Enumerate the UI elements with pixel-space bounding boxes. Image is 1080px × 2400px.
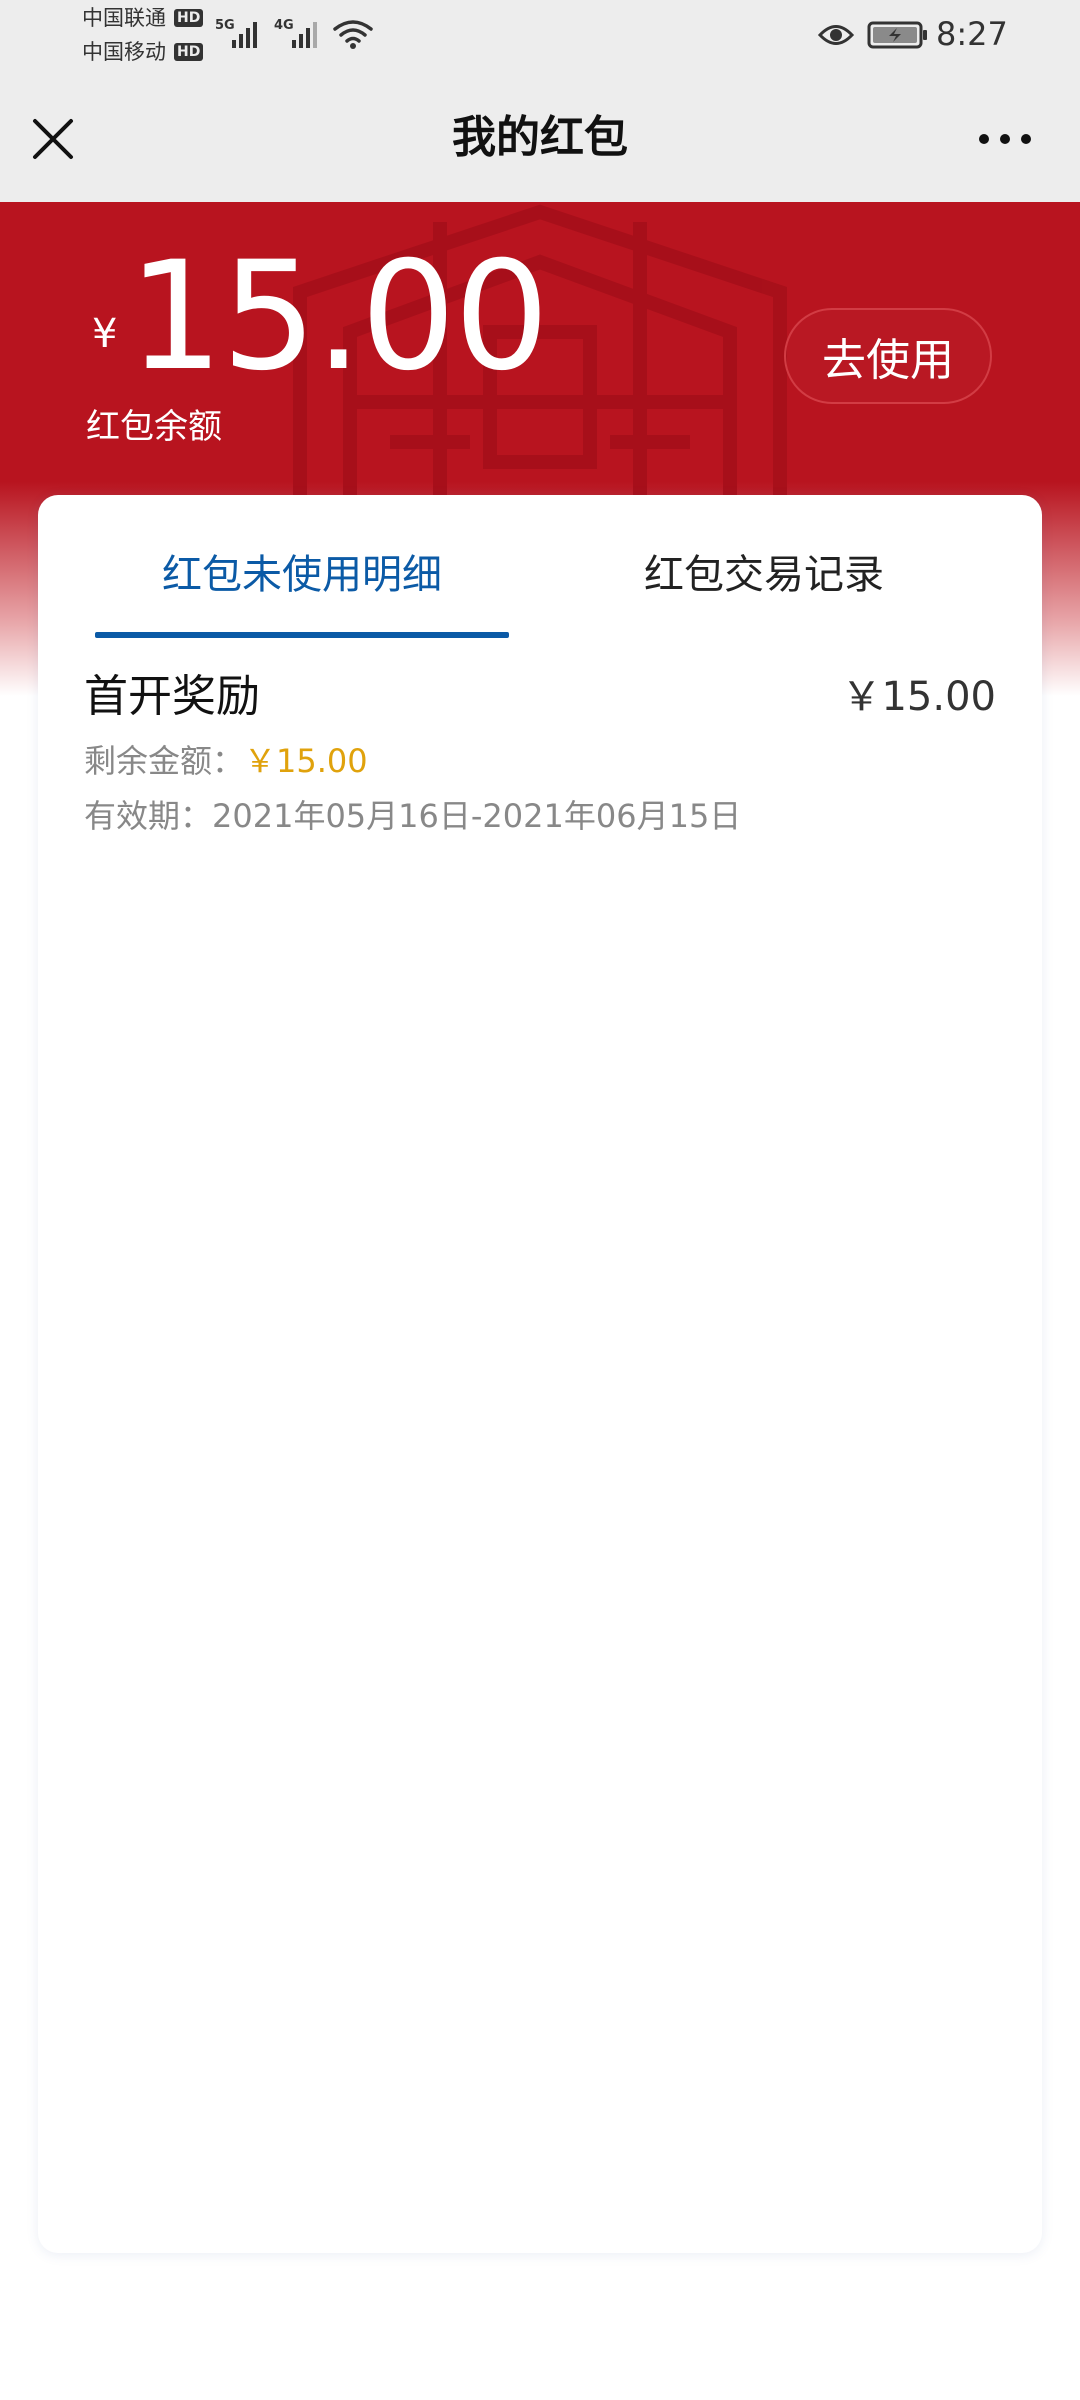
packet-remaining: 剩余金额：￥15.00 bbox=[84, 737, 368, 785]
packet-amount: ￥15.00 bbox=[841, 674, 996, 720]
more-options-button[interactable] bbox=[965, 104, 1045, 174]
use-button[interactable]: 去使用 bbox=[784, 308, 992, 404]
carrier-1-hd-badge: HD bbox=[174, 9, 204, 27]
signal-strength-icon bbox=[292, 18, 317, 48]
remaining-value: ￥15.00 bbox=[244, 742, 368, 780]
list-item[interactable]: 首开奖励 ￥15.00 剩余金额：￥15.00 有效期：2021年05月16日-… bbox=[38, 655, 1042, 865]
battery-icon bbox=[867, 21, 927, 49]
carrier-1-name: 中国联通 bbox=[82, 6, 166, 30]
carrier-2: 中国移动 HD bbox=[82, 40, 204, 64]
balance-label: 红包余额 bbox=[86, 407, 222, 447]
tab-transaction-records[interactable]: 红包交易记录 bbox=[540, 535, 988, 615]
carrier-1: 中国联通 HD bbox=[82, 6, 204, 30]
tab-bar: 红包未使用明细 红包交易记录 bbox=[38, 495, 1042, 640]
signal-strength-icon bbox=[232, 18, 257, 48]
carrier-2-hd-badge: HD bbox=[174, 43, 204, 61]
eye-icon bbox=[818, 25, 854, 45]
clock: 8:27 bbox=[936, 15, 1008, 53]
wifi-icon bbox=[333, 20, 373, 49]
network-4g-label: 4G bbox=[274, 18, 294, 33]
packet-validity: 有效期：2021年05月16日-2021年06月15日 bbox=[84, 797, 742, 835]
remaining-label: 剩余金额： bbox=[84, 742, 245, 780]
status-bar: 中国联通 HD 中国移动 HD 5G 4G 8:27 bbox=[0, 0, 1080, 72]
page-title: 我的红包 bbox=[452, 112, 628, 163]
currency-symbol: ¥ bbox=[92, 311, 118, 357]
active-tab-indicator bbox=[95, 632, 509, 638]
carrier-2-name: 中国移动 bbox=[82, 40, 166, 64]
more-icon bbox=[979, 134, 1031, 144]
details-card: 红包未使用明细 红包交易记录 首开奖励 ￥15.00 剩余金额：￥15.00 有… bbox=[38, 495, 1042, 2253]
balance-amount: 15.00 bbox=[128, 230, 549, 404]
tab-unused-details[interactable]: 红包未使用明细 bbox=[95, 535, 509, 615]
packet-name: 首开奖励 bbox=[84, 671, 260, 722]
nav-bar: 我的红包 bbox=[0, 72, 1080, 202]
